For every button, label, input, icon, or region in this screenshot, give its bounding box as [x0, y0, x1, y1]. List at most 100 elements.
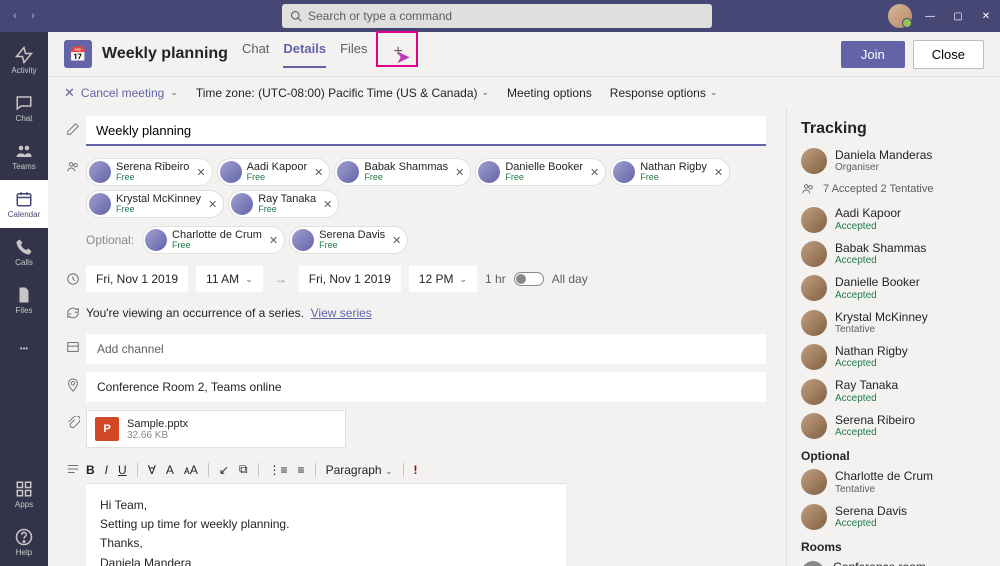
remove-icon[interactable]: ✕	[455, 166, 464, 179]
cancel-meeting-button[interactable]: ✕Cancel meeting⌄	[64, 85, 178, 101]
rte-underline[interactable]: U	[118, 463, 127, 477]
attendee-pill[interactable]: Serena DavisFree✕	[289, 226, 408, 254]
person-name: Babak Shammas	[835, 241, 926, 255]
channel-icon	[60, 334, 86, 354]
meeting-header: 📅 Weekly planning Chat Details Files + ➤…	[48, 32, 1000, 76]
rail-activity[interactable]: Activity	[0, 36, 48, 84]
location-input[interactable]: Conference Room 2, Teams online	[86, 372, 766, 402]
join-button[interactable]: Join	[841, 41, 905, 68]
description-icon	[60, 456, 86, 476]
attendee-pill[interactable]: Aadi KapoorFree✕	[217, 158, 331, 186]
description-editor[interactable]: Hi Team, Setting up time for weekly plan…	[86, 483, 566, 566]
attendee-pill[interactable]: Charlotte de CrumFree✕	[142, 226, 285, 254]
maximize-icon[interactable]: ▢	[952, 10, 964, 22]
rte-paragraph-dropdown[interactable]: Paragraph ⌄	[326, 463, 393, 477]
attendee-pill[interactable]: Babak ShammasFree✕	[334, 158, 471, 186]
nav-back-icon[interactable]: ‹	[8, 9, 22, 23]
rte-strikethrough[interactable]: ∀	[148, 463, 156, 477]
rail-calendar[interactable]: Calendar	[0, 180, 48, 228]
rail-files[interactable]: Files	[0, 276, 48, 324]
attendee-pill[interactable]: Krystal McKinneyFree✕	[86, 190, 224, 218]
avatar	[801, 207, 827, 233]
rte-bold[interactable]: B	[86, 463, 95, 477]
person-name: Serena Davis	[835, 504, 907, 518]
tab-details[interactable]: Details	[283, 41, 326, 68]
rte-unordered-list[interactable]: ≡	[298, 463, 305, 477]
location-icon	[60, 372, 86, 392]
remove-icon[interactable]: ✕	[323, 198, 332, 211]
rail-calls[interactable]: Calls	[0, 228, 48, 276]
rte-link[interactable]: ⧉	[239, 462, 248, 477]
add-tab-button[interactable]: + ➤	[388, 41, 409, 68]
remove-icon[interactable]: ✕	[196, 166, 205, 179]
title-input[interactable]	[86, 116, 766, 146]
start-time-picker[interactable]: 11 AM ⌄	[196, 266, 263, 292]
attendee-pill[interactable]: Danielle BookerFree✕	[475, 158, 606, 186]
person-status: Tentative	[835, 324, 928, 336]
person-name: Ray Tanaka	[835, 378, 898, 392]
search-input[interactable]: Search or type a command	[282, 4, 712, 28]
remove-icon[interactable]: ✕	[392, 234, 401, 247]
tab-files[interactable]: Files	[340, 41, 367, 68]
rail-chat[interactable]: Chat	[0, 84, 48, 132]
remove-icon[interactable]: ✕	[269, 234, 278, 247]
avatar	[801, 413, 827, 439]
tracking-organiser: Daniela Manderas Organiser	[801, 148, 986, 174]
attachment-item[interactable]: P Sample.pptx 32.66 KB	[86, 410, 346, 448]
optional-attendees[interactable]: Optional: Charlotte de CrumFree✕Serena D…	[86, 222, 766, 258]
minimize-icon[interactable]: —	[924, 10, 936, 22]
person-name: Daniela Manderas	[835, 148, 932, 162]
rail-apps[interactable]: Apps	[0, 470, 48, 518]
rte-important[interactable]: !	[414, 463, 418, 477]
remove-icon[interactable]: ✕	[590, 166, 599, 179]
profile-avatar[interactable]	[888, 4, 912, 28]
end-date-picker[interactable]: Fri, Nov 1 2019	[299, 266, 401, 292]
close-window-icon[interactable]: ✕	[980, 10, 992, 22]
person-status: Accepted	[835, 358, 908, 370]
rail-help[interactable]: Help	[0, 518, 48, 566]
tracking-title: Tracking	[801, 120, 986, 138]
search-icon	[290, 10, 302, 22]
rail-more[interactable]: •••	[0, 324, 48, 372]
attendee-status: Free	[319, 241, 385, 251]
attachment-icon	[60, 410, 86, 430]
end-time-picker[interactable]: 12 PM ⌄	[409, 266, 477, 292]
app-rail: Activity Chat Teams Calendar Calls Files…	[0, 32, 48, 566]
attendee-status: Free	[116, 173, 189, 183]
rte-fontsize[interactable]: ᴀA	[184, 463, 198, 477]
rail-teams[interactable]: Teams	[0, 132, 48, 180]
attendee-pill[interactable]: Ray TanakaFree✕	[228, 190, 339, 218]
person-status: Accepted	[835, 221, 901, 233]
remove-icon[interactable]: ✕	[714, 166, 723, 179]
tracking-person: Nathan RigbyAccepted	[801, 344, 986, 370]
attendee-status: Free	[258, 205, 316, 215]
search-placeholder: Search or type a command	[308, 9, 452, 23]
rte-fontcolor[interactable]: A	[166, 463, 174, 477]
timezone-dropdown[interactable]: Time zone: (UTC-08:00) Pacific Time (US …	[196, 86, 489, 100]
person-name: Nathan Rigby	[835, 344, 908, 358]
close-button[interactable]: Close	[913, 40, 984, 69]
attendee-status: Free	[640, 173, 707, 183]
start-date-picker[interactable]: Fri, Nov 1 2019	[86, 266, 188, 292]
rte-clear[interactable]: ↙	[219, 463, 229, 477]
response-options-dropdown[interactable]: Response options⌄	[610, 86, 718, 100]
view-series-link[interactable]: View series	[311, 306, 372, 320]
rte-italic[interactable]: I	[105, 463, 108, 477]
rte-ordered-list[interactable]: ⋮≡	[269, 463, 288, 477]
meeting-form: Serena RibeiroFree✕Aadi KapoorFree✕Babak…	[48, 108, 786, 566]
nav-forward-icon[interactable]: ›	[26, 9, 40, 23]
required-attendees[interactable]: Serena RibeiroFree✕Aadi KapoorFree✕Babak…	[86, 154, 766, 222]
all-day-toggle[interactable]	[514, 272, 544, 286]
tab-chat[interactable]: Chat	[242, 41, 269, 68]
main-content: 📅 Weekly planning Chat Details Files + ➤…	[48, 32, 1000, 566]
avatar	[801, 344, 827, 370]
tracking-person: Aadi KapoorAccepted	[801, 206, 986, 232]
attendee-pill[interactable]: Nathan RigbyFree✕	[610, 158, 730, 186]
attendee-status: Free	[172, 241, 262, 251]
meeting-options-button[interactable]: Meeting options	[507, 86, 592, 100]
attendee-pill[interactable]: Serena RibeiroFree✕	[86, 158, 213, 186]
remove-icon[interactable]: ✕	[314, 166, 323, 179]
remove-icon[interactable]: ✕	[208, 198, 217, 211]
person-status: Tentative	[835, 484, 933, 496]
channel-input[interactable]: Add channel	[86, 334, 766, 364]
